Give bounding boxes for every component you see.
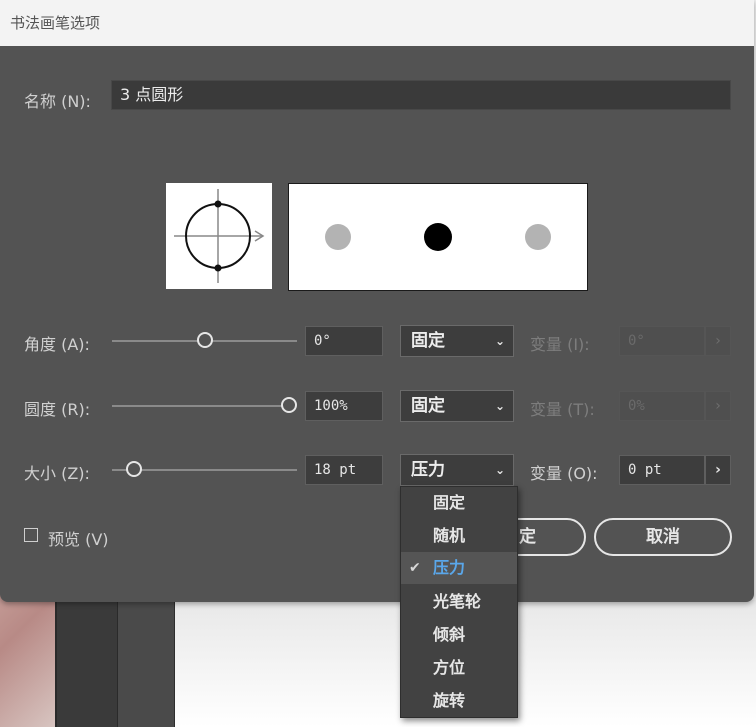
background-panel: [55, 600, 119, 727]
roundness-mode-select[interactable]: 固定 ⌄: [400, 390, 514, 422]
angle-label: 角度 (A):: [24, 335, 90, 354]
background-panel: [118, 600, 176, 727]
roundness-variation-input: 0%: [619, 391, 705, 421]
brush-variation-preview: [288, 183, 588, 291]
roundness-slider-knob[interactable]: [281, 397, 297, 413]
preview-label: 预览 (V): [48, 530, 109, 549]
chevron-right-icon: ›: [705, 326, 731, 356]
size-variation-input[interactable]: 0 pt: [619, 455, 705, 485]
dialog-title: 书法画笔选项: [0, 0, 754, 46]
roundness-input[interactable]: 100%: [305, 391, 383, 421]
menu-item-fixed[interactable]: 固定: [401, 487, 517, 519]
chevron-right-icon: ›: [705, 391, 731, 421]
menu-item-stylus-wheel[interactable]: 光笔轮: [401, 586, 517, 618]
current-size-dot: [424, 223, 452, 251]
size-mode-select[interactable]: 压力 ⌄: [400, 454, 514, 486]
name-input[interactable]: 3 点圆形: [111, 80, 731, 110]
chevron-down-icon: ⌄: [494, 399, 505, 413]
size-mode-dropdown-menu: 固定 随机 ✔ 压力 光笔轮 倾斜 方位 旋转: [400, 486, 518, 718]
chevron-right-icon[interactable]: ›: [705, 455, 731, 485]
angle-input[interactable]: 0°: [305, 326, 383, 356]
angle-slider-knob[interactable]: [197, 332, 213, 348]
size-variation-label: 变量 (O):: [530, 464, 598, 483]
calligraphic-brush-options-dialog: 书法画笔选项 名称 (N): 3 点圆形 角度 (A): 0° 固定 ⌄ 变量 …: [0, 0, 754, 602]
size-slider-knob[interactable]: [126, 461, 142, 477]
brush-angle-diagram: [174, 189, 265, 283]
menu-item-rotation[interactable]: 旋转: [401, 685, 517, 717]
angle-mode-value: 固定: [411, 331, 445, 351]
menu-item-random[interactable]: 随机: [401, 520, 517, 552]
max-size-dot: [525, 224, 551, 250]
angle-variation-input: 0°: [619, 326, 705, 356]
size-mode-value: 压力: [411, 460, 445, 480]
cancel-button[interactable]: 取消: [594, 518, 732, 556]
roundness-variation-label: 变量 (T):: [530, 400, 595, 419]
roundness-mode-value: 固定: [411, 396, 445, 416]
angle-mode-select[interactable]: 固定 ⌄: [400, 325, 514, 357]
chevron-down-icon: ⌄: [494, 463, 505, 477]
roundness-label: 圆度 (R):: [24, 400, 91, 419]
min-size-dot: [325, 224, 351, 250]
checkmark-icon: ✔: [409, 560, 421, 576]
chevron-down-icon: ⌄: [494, 334, 505, 348]
brush-shape-preview[interactable]: [166, 183, 272, 289]
angle-variation-label: 变量 (I):: [530, 335, 590, 354]
menu-item-tilt[interactable]: 倾斜: [401, 619, 517, 651]
preview-checkbox[interactable]: [24, 528, 38, 542]
menu-item-pressure-label: 压力: [433, 558, 466, 577]
menu-item-pressure[interactable]: ✔ 压力: [401, 552, 517, 584]
size-input[interactable]: 18 pt: [305, 455, 383, 485]
roundness-slider-track[interactable]: [112, 405, 287, 407]
size-label: 大小 (Z):: [24, 464, 90, 483]
name-label: 名称 (N):: [24, 92, 91, 111]
menu-item-bearing[interactable]: 方位: [401, 652, 517, 684]
